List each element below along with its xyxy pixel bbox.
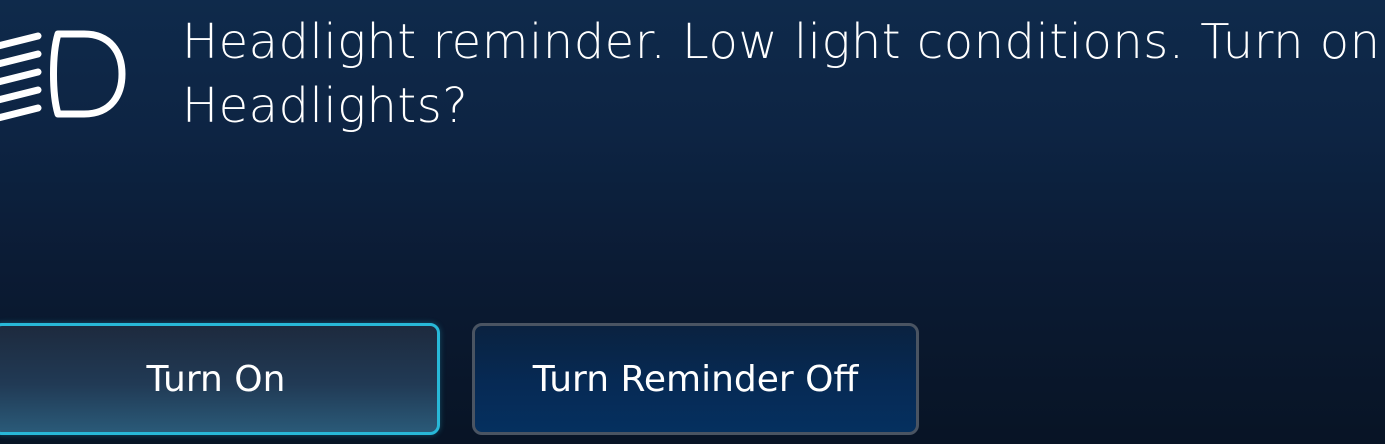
- turn-on-button-label: Turn On: [146, 358, 286, 400]
- turn-reminder-off-button[interactable]: Turn Reminder Off: [472, 323, 919, 435]
- turn-on-button[interactable]: Turn On: [0, 323, 440, 435]
- turn-reminder-off-button-label: Turn Reminder Off: [532, 358, 859, 400]
- headlight-icon: [0, 24, 132, 124]
- headlight-reminder-message: Headlight reminder. Low light conditions…: [182, 14, 1381, 134]
